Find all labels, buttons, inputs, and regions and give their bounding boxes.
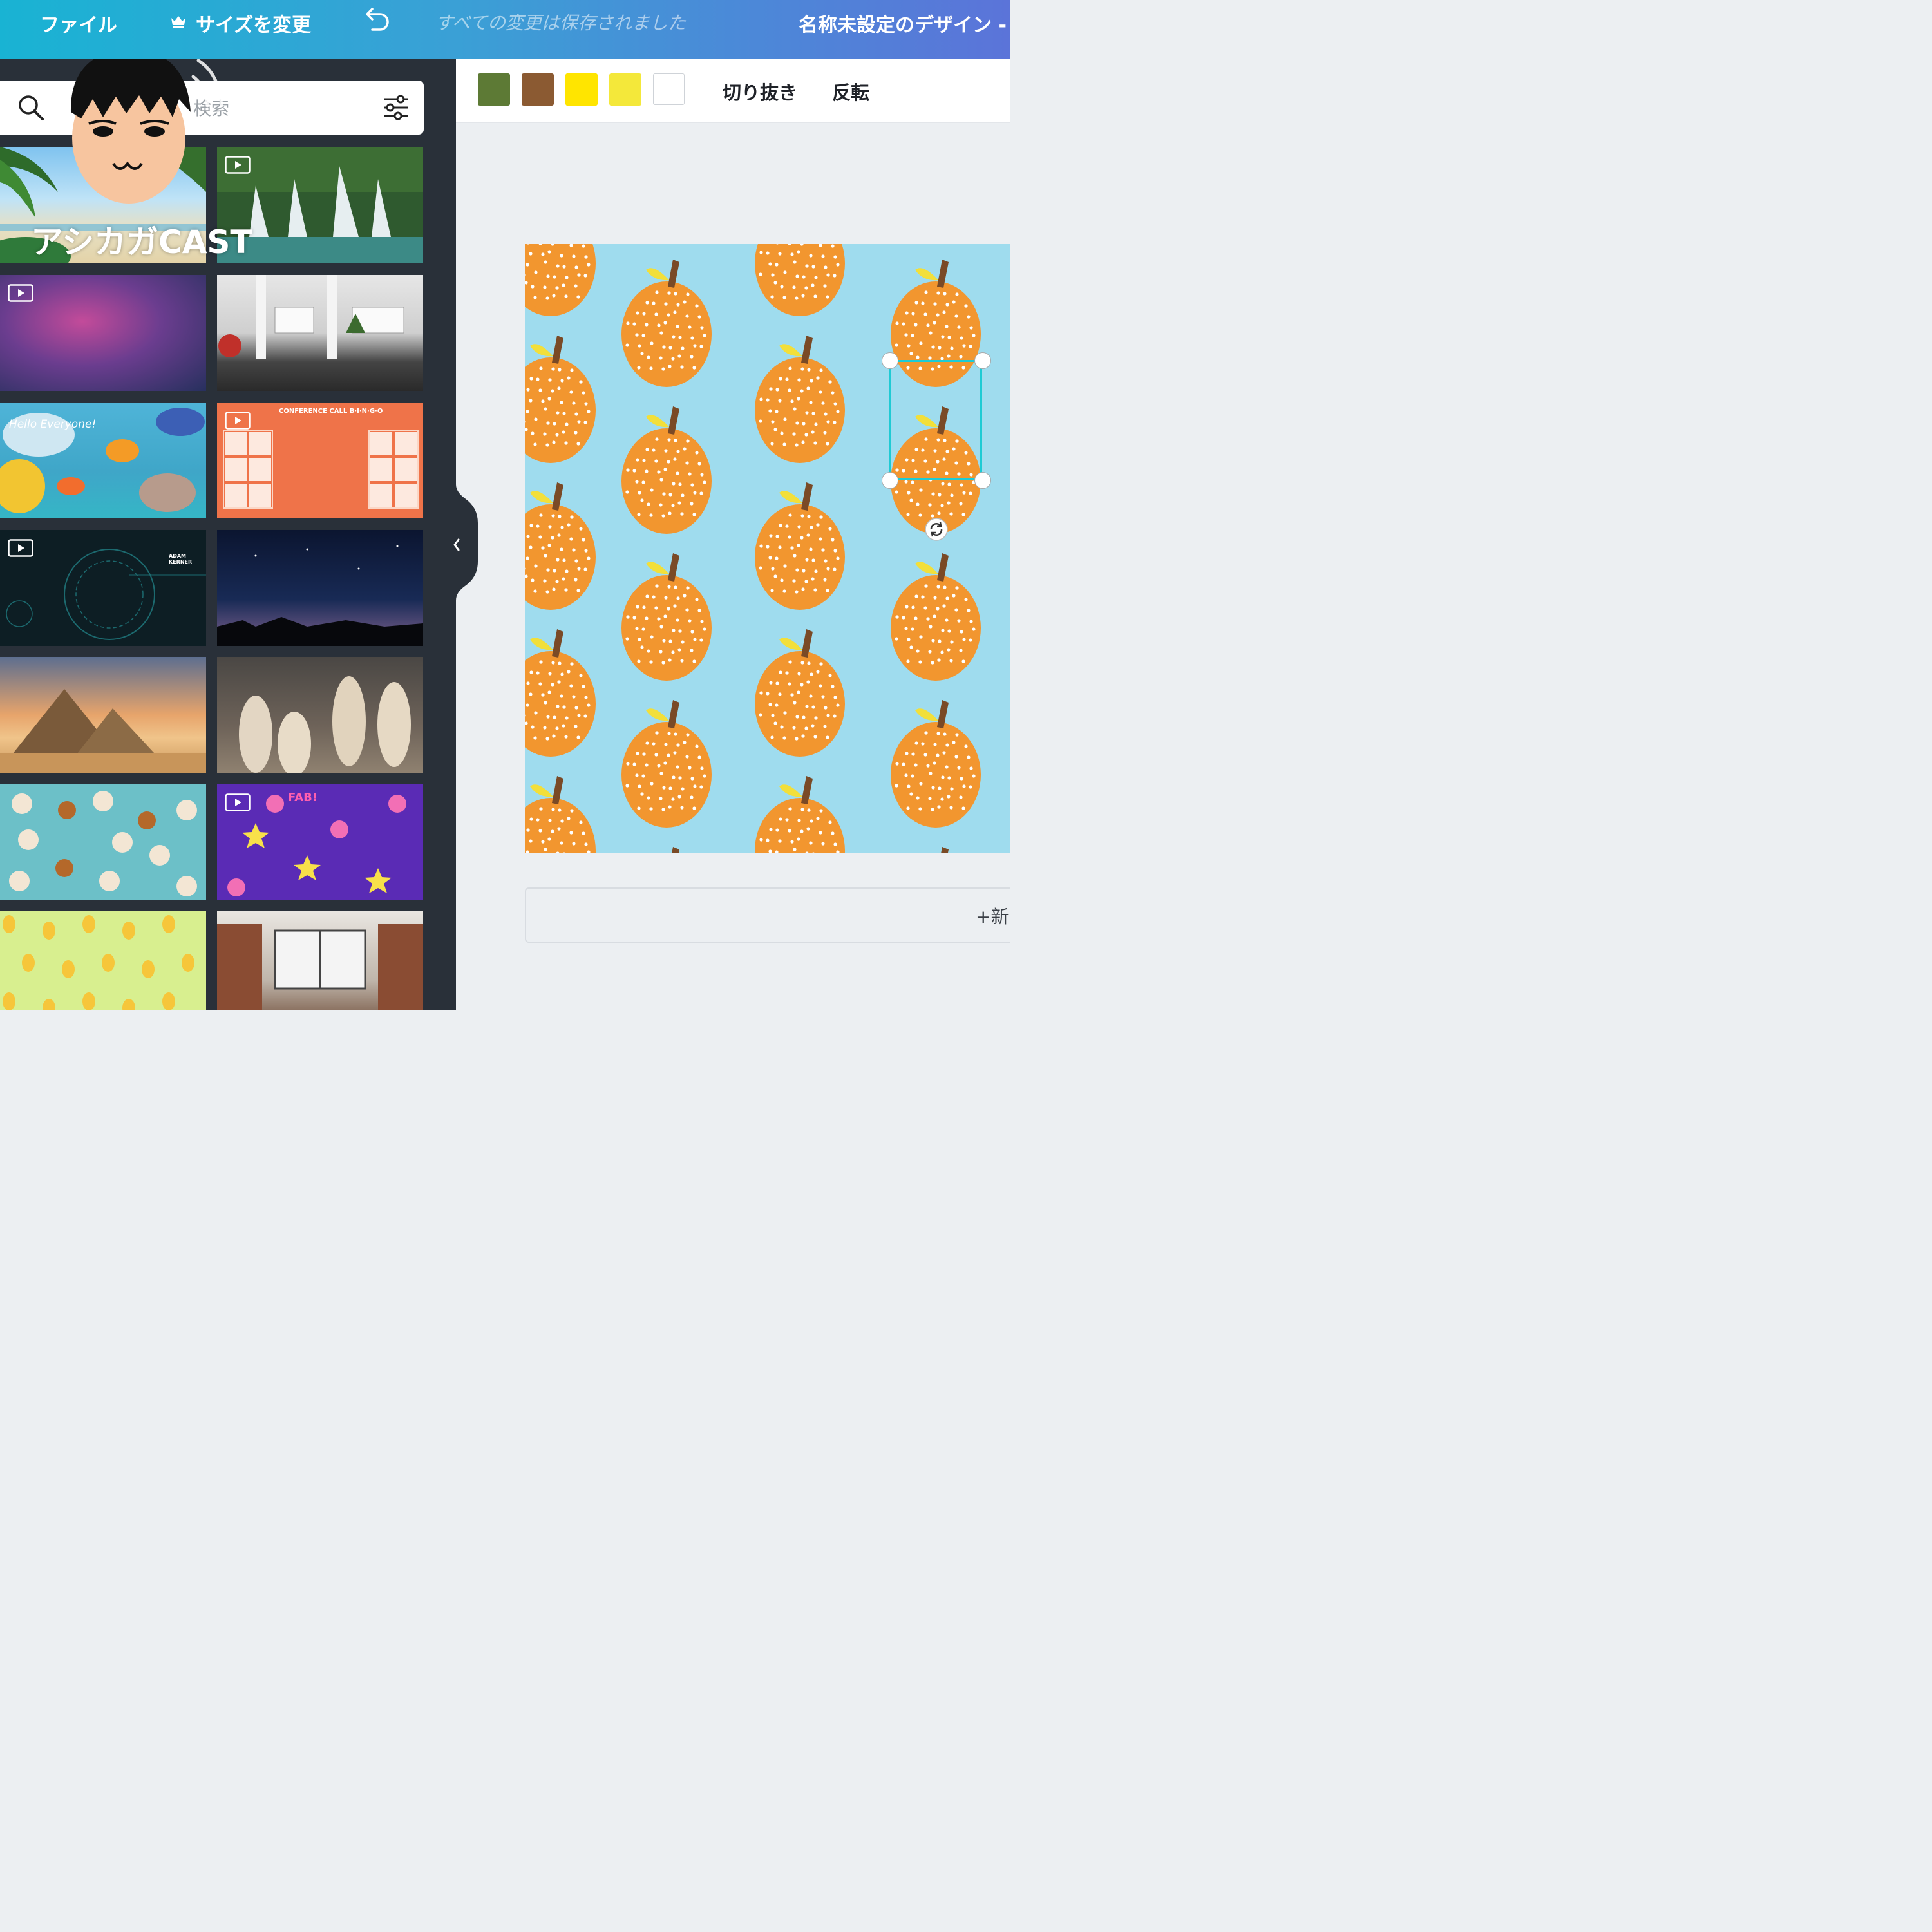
fruit-22[interactable] bbox=[891, 700, 981, 828]
template-thumbnail-night-sky[interactable] bbox=[217, 530, 423, 646]
selection-box[interactable] bbox=[889, 360, 982, 480]
canva-editor: ファイル サイズを変更 すべての変更は保存されました 名称未設定のデザイン - … bbox=[0, 0, 1010, 1010]
collapse-sidebar-handle[interactable] bbox=[451, 484, 479, 600]
template-thumbnail-tech[interactable]: ADAM KERNER bbox=[0, 530, 206, 646]
rotate-icon[interactable] bbox=[924, 517, 949, 542]
video-badge-icon bbox=[225, 793, 251, 811]
thumbnail-caption: FAB! bbox=[288, 791, 318, 804]
add-page-button[interactable]: +新 bbox=[525, 887, 1010, 943]
template-thumbnail-bingo[interactable]: CONFERENCE CALL B·I·N·G·O bbox=[217, 402, 423, 518]
color-swatch-light-yellow[interactable] bbox=[609, 73, 641, 106]
mascot-illustration bbox=[70, 59, 223, 204]
brand-watermark: アシカガCAST bbox=[31, 223, 252, 261]
fruit-1[interactable] bbox=[525, 244, 596, 316]
brick-office-image bbox=[217, 924, 423, 1010]
fruit-23[interactable] bbox=[891, 847, 981, 853]
color-swatch-green[interactable] bbox=[478, 73, 510, 106]
resize-button[interactable]: サイズを変更 bbox=[196, 9, 311, 37]
pyramids-image bbox=[0, 689, 206, 773]
color-swatch-brown[interactable] bbox=[522, 73, 554, 106]
design-canvas[interactable] bbox=[525, 244, 1010, 853]
crown-icon bbox=[171, 16, 185, 28]
fruit-9[interactable] bbox=[621, 553, 712, 681]
crop-button[interactable]: 切り抜き bbox=[723, 78, 797, 105]
template-thumbnail-pyramids[interactable] bbox=[0, 657, 206, 773]
template-thumbnail-nebula[interactable] bbox=[0, 275, 206, 391]
thumbnail-caption: CONFERENCE CALL B·I·N·G·O bbox=[279, 408, 383, 415]
template-thumbnail-ocean[interactable]: Hello Everyone! bbox=[0, 402, 206, 518]
video-badge-icon bbox=[225, 412, 251, 430]
fruit-11[interactable] bbox=[621, 847, 712, 853]
fruit-2[interactable] bbox=[525, 336, 596, 463]
night-sky-image bbox=[217, 545, 423, 646]
resize-handle-bottom-left[interactable] bbox=[882, 472, 898, 489]
filter-icon[interactable] bbox=[381, 93, 411, 122]
video-badge-icon bbox=[8, 539, 33, 557]
color-swatch-white[interactable] bbox=[653, 73, 685, 105]
resize-handle-top-left[interactable] bbox=[882, 352, 898, 369]
fruit-5[interactable] bbox=[525, 776, 596, 853]
resize-handle-bottom-right[interactable] bbox=[974, 472, 991, 489]
fruit-4[interactable] bbox=[525, 629, 596, 757]
meerkats-image bbox=[239, 676, 411, 773]
template-thumbnail-pears[interactable] bbox=[0, 911, 206, 1010]
search-icon bbox=[19, 95, 44, 120]
template-thumbnail-brick-office[interactable] bbox=[217, 911, 423, 1010]
color-swatch-yellow[interactable] bbox=[565, 73, 598, 106]
fruit-3[interactable] bbox=[525, 482, 596, 610]
fruit-7[interactable] bbox=[621, 260, 712, 387]
template-sidebar: 検索 Hello Everyone! CONFERENCE CALL B·I·N… bbox=[0, 59, 456, 1010]
template-thumbnail-office[interactable] bbox=[217, 275, 423, 391]
fruit-16[interactable] bbox=[755, 629, 845, 757]
fruit-13[interactable] bbox=[755, 244, 845, 316]
file-menu-button[interactable]: ファイル bbox=[40, 9, 117, 37]
fruit-pattern bbox=[525, 244, 981, 853]
video-badge-icon bbox=[8, 284, 33, 302]
add-page-label: +新 bbox=[976, 906, 1009, 927]
office-image bbox=[218, 275, 404, 359]
save-status: すべての変更は保存されました bbox=[435, 12, 686, 33]
fruit-8[interactable] bbox=[621, 406, 712, 534]
fruit-10[interactable] bbox=[621, 700, 712, 828]
thumbnail-caption: ADAM KERNER bbox=[169, 553, 193, 565]
template-thumbnail-fab[interactable]: FAB! bbox=[217, 784, 423, 900]
fruit-21[interactable] bbox=[891, 553, 981, 681]
thumbnail-caption: Hello Everyone! bbox=[9, 418, 97, 431]
pear-pattern-image bbox=[3, 915, 194, 1010]
template-thumbnail-meerkats[interactable] bbox=[217, 657, 423, 773]
top-bar: ファイル サイズを変更 すべての変更は保存されました 名称未設定のデザイン - … bbox=[0, 0, 1010, 59]
undo-icon[interactable] bbox=[362, 6, 392, 32]
resize-handle-top-right[interactable] bbox=[974, 352, 991, 369]
fruit-15[interactable] bbox=[755, 482, 845, 610]
design-title[interactable]: 名称未設定のデザイン - ... bbox=[799, 9, 1010, 37]
editor-toolbar: 切り抜き 反転 bbox=[456, 59, 1010, 123]
fruit-14[interactable] bbox=[755, 336, 845, 463]
flip-button[interactable]: 反転 bbox=[832, 78, 869, 105]
dog-pattern-image bbox=[9, 791, 197, 896]
template-thumbnail-dogs[interactable] bbox=[0, 784, 206, 900]
fruit-17[interactable] bbox=[755, 776, 845, 853]
